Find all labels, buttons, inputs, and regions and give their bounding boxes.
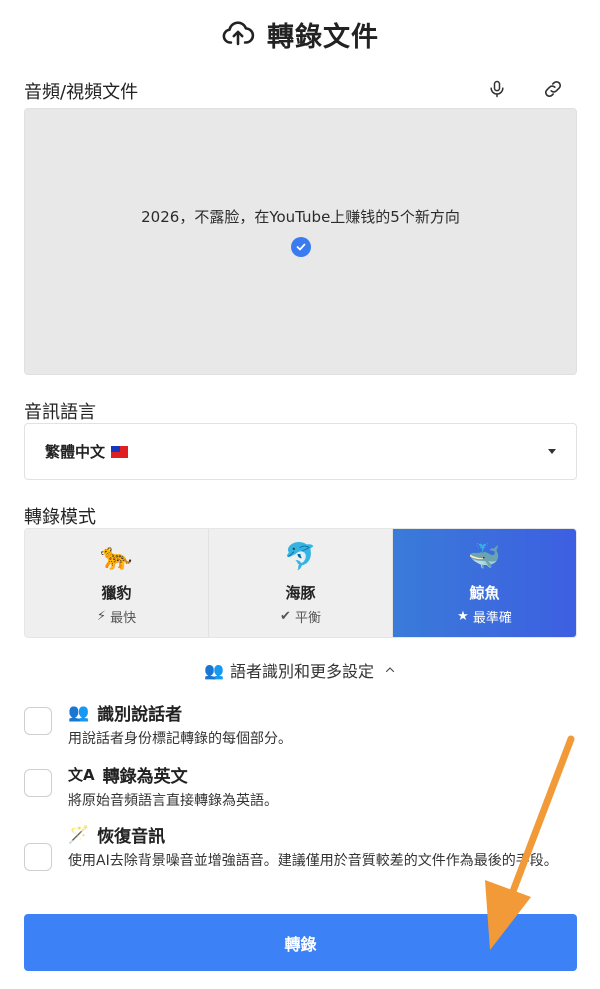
page-title: 轉錄文件 [267, 21, 379, 53]
option-title: 👥 識別說話者 [68, 702, 183, 726]
page-header: 轉錄文件 [0, 14, 600, 54]
restore-audio-checkbox[interactable] [24, 843, 52, 871]
option-description: 用說話者身份標記轉錄的每個部分。 [68, 731, 292, 747]
taiwan-flag-icon [111, 445, 129, 458]
check-circle-icon: ✔ [280, 609, 291, 624]
microphone-button[interactable] [484, 76, 510, 102]
mode-name: 鯨魚 [469, 584, 500, 602]
link-icon [544, 80, 562, 98]
mode-option-cheetah[interactable]: 🐆 獵豹 ⚡ 最快 [25, 529, 209, 637]
option-identify-speakers: 👥 識別說話者 用說話者身份標記轉錄的每個部分。 [24, 700, 584, 752]
language-section-label: 音訊語言 [24, 402, 96, 423]
file-tools [484, 76, 566, 102]
more-settings-label: 語者識別和更多設定 [229, 662, 374, 681]
translate-icon: 文A [68, 766, 95, 784]
option-description: 使用AI去除背景噪音並增強語音。建議僅用於音質較差的文件作為最後的手段。 [68, 853, 558, 869]
identify-speakers-checkbox[interactable] [24, 707, 52, 735]
cheetah-icon: 🐆 [100, 542, 133, 572]
lightning-icon: ⚡ [96, 609, 107, 624]
transcribe-button[interactable]: 轉錄 [24, 914, 577, 971]
selected-filename: 2026，不露脸，在YouTube上赚钱的5个新方向 [141, 208, 460, 226]
cloud-upload-icon [222, 21, 255, 46]
mode-subtitle: ★ 最準確 [457, 609, 512, 626]
whale-icon: 🐳 [468, 542, 501, 572]
dolphin-icon: 🐬 [284, 542, 317, 572]
mode-option-whale[interactable]: 🐳 鯨魚 ★ 最準確 [393, 529, 576, 637]
microphone-icon [490, 80, 504, 98]
mode-subtitle: ⚡ 最快 [96, 609, 137, 626]
people-icon: 👥 [204, 660, 224, 680]
star-icon: ★ [457, 609, 469, 624]
mode-name: 海豚 [285, 584, 316, 602]
mode-section-label: 轉錄模式 [24, 507, 96, 528]
file-section-label: 音頻/視頻文件 [24, 82, 139, 103]
transcription-mode-selector: 🐆 獵豹 ⚡ 最快 🐬 海豚 ✔ 平衡 🐳 鯨魚 ★ 最準確 [24, 528, 577, 638]
transcribe-english-checkbox[interactable] [24, 769, 52, 797]
people-icon: 👥 [68, 702, 90, 723]
mode-subtitle: ✔ 平衡 [280, 609, 321, 626]
mode-option-dolphin[interactable]: 🐬 海豚 ✔ 平衡 [209, 529, 393, 637]
chevron-up-icon [385, 667, 395, 673]
option-title: 🪄 恢復音訊 [68, 824, 166, 848]
caret-down-icon [548, 449, 556, 454]
mode-name: 獵豹 [101, 584, 132, 602]
option-description: 將原始音頻語言直接轉錄為英語。 [68, 793, 278, 809]
language-selected-value: 繁體中文 [45, 443, 106, 461]
link-button[interactable] [540, 76, 566, 102]
file-dropzone[interactable]: 2026，不露脸，在YouTube上赚钱的5个新方向 [24, 108, 577, 375]
option-restore-audio: 🪄 恢復音訊 使用AI去除背景噪音並增強語音。建議僅用於音質較差的文件作為最後的… [24, 822, 584, 898]
option-transcribe-english: 文A 轉錄為英文 將原始音頻語言直接轉錄為英語。 [24, 762, 584, 814]
more-settings-toggle[interactable]: 👥 語者識別和更多設定 [0, 658, 600, 682]
magic-wand-icon: 🪄 [68, 824, 90, 845]
check-icon [290, 237, 311, 257]
language-select[interactable]: 繁體中文 [24, 423, 577, 480]
option-title: 文A 轉錄為英文 [68, 766, 188, 787]
